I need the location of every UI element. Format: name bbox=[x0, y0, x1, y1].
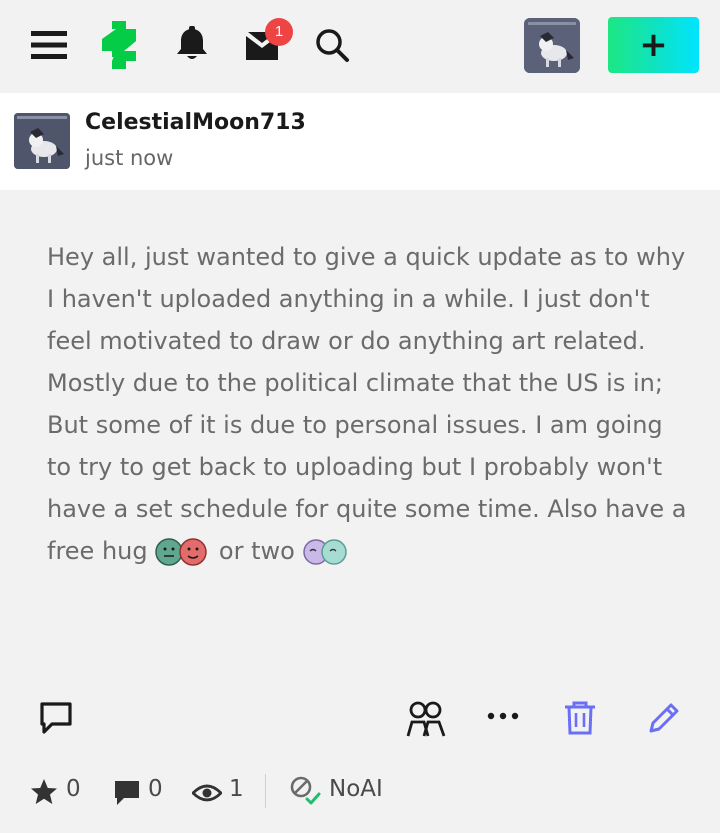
notification-badge: 1 bbox=[265, 18, 293, 46]
post-text: Hey all, just wanted to give a quick upd… bbox=[47, 236, 687, 572]
hug-emoji-icon bbox=[155, 538, 207, 566]
create-button[interactable]: + bbox=[608, 17, 699, 73]
author-avatar[interactable] bbox=[14, 113, 70, 169]
post-text-tail: or two bbox=[218, 537, 295, 565]
stats-divider bbox=[265, 774, 266, 808]
deviantart-logo-icon[interactable] bbox=[102, 21, 136, 69]
hug-emoji-2-icon bbox=[303, 539, 348, 565]
post-timestamp: just now bbox=[85, 146, 174, 170]
more-icon[interactable] bbox=[485, 704, 521, 728]
comment-count-icon[interactable] bbox=[113, 779, 141, 807]
post-text-main: Hey all, just wanted to give a quick upd… bbox=[47, 243, 687, 565]
top-nav-bar: 1 + bbox=[0, 0, 720, 93]
stats-row: 0 0 1 NoAI bbox=[0, 760, 720, 820]
create-button-label: + bbox=[639, 25, 668, 65]
star-icon[interactable] bbox=[30, 778, 58, 806]
favourites-count: 0 bbox=[66, 776, 81, 802]
eye-icon bbox=[192, 784, 222, 802]
pony-avatar-image bbox=[14, 113, 70, 169]
trash-icon[interactable] bbox=[562, 700, 598, 736]
views-count: 1 bbox=[229, 776, 244, 802]
noai-label[interactable]: NoAI bbox=[329, 776, 383, 802]
menu-icon[interactable] bbox=[31, 29, 67, 61]
group-icon[interactable] bbox=[406, 700, 446, 738]
comment-icon[interactable] bbox=[38, 700, 74, 736]
post-header: CelestialMoon713 just now bbox=[0, 93, 720, 190]
author-username[interactable]: CelestialMoon713 bbox=[85, 110, 306, 135]
bell-icon[interactable] bbox=[174, 26, 210, 62]
user-avatar[interactable] bbox=[524, 18, 580, 73]
pony-avatar-image bbox=[524, 18, 580, 73]
comments-count: 0 bbox=[148, 776, 163, 802]
search-icon[interactable] bbox=[314, 27, 350, 63]
edit-icon[interactable] bbox=[646, 700, 682, 736]
noai-icon[interactable] bbox=[289, 775, 321, 807]
